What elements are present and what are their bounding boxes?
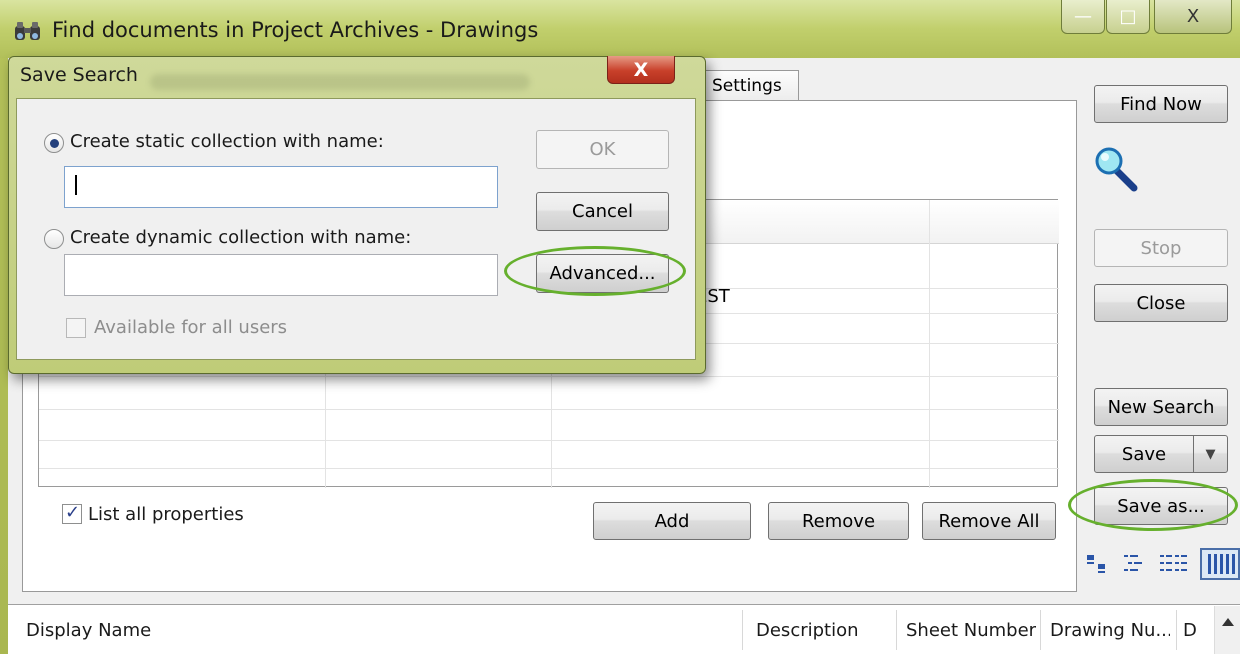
minimize-button[interactable]: — bbox=[1061, 0, 1105, 34]
large-icons-view-icon[interactable] bbox=[1086, 552, 1112, 576]
save-as-highlight bbox=[1068, 479, 1238, 531]
maximize-icon: □ bbox=[1119, 6, 1137, 27]
chevron-down-icon: ▼ bbox=[1205, 446, 1216, 462]
static-collection-name-input[interactable] bbox=[64, 166, 498, 208]
available-for-all-users-checkbox[interactable] bbox=[66, 318, 86, 338]
stop-button[interactable]: Stop bbox=[1094, 229, 1228, 267]
binoculars-icon bbox=[15, 22, 40, 40]
magnifier-icon bbox=[1095, 147, 1138, 192]
window-titlebar[interactable]: Find documents in Project Archives - Dra… bbox=[0, 0, 1240, 58]
find-now-button[interactable]: Find Now bbox=[1094, 85, 1228, 123]
column-separator bbox=[896, 610, 897, 650]
column-separator bbox=[1176, 610, 1177, 650]
minimize-icon: — bbox=[1074, 6, 1092, 27]
dialog-close-button[interactable]: X bbox=[607, 56, 675, 84]
list-view-icon[interactable] bbox=[1158, 552, 1188, 576]
list-all-properties-checkbox[interactable] bbox=[62, 502, 82, 524]
dialog-title: Save Search bbox=[20, 64, 138, 86]
column-header-sheet-number[interactable]: Sheet Number bbox=[906, 604, 1036, 654]
grid-row-separator bbox=[39, 376, 1059, 377]
grid-row-separator bbox=[39, 468, 1059, 469]
results-scrollbar[interactable] bbox=[1214, 606, 1240, 654]
save-dropdown-button[interactable]: ▼ bbox=[1193, 435, 1228, 473]
window-title: Find documents in Project Archives - Dra… bbox=[52, 18, 539, 42]
maximize-button[interactable]: □ bbox=[1106, 0, 1150, 34]
column-header-d[interactable]: D bbox=[1183, 604, 1201, 654]
details-view-icon[interactable] bbox=[1200, 548, 1240, 580]
dynamic-collection-radio[interactable] bbox=[44, 229, 64, 249]
static-collection-label: Create static collection with name: bbox=[70, 131, 384, 152]
ok-label: OK bbox=[589, 139, 616, 160]
grid-row-separator bbox=[39, 440, 1059, 441]
close-label: Close bbox=[1136, 292, 1186, 314]
ok-button[interactable]: OK bbox=[536, 130, 669, 169]
stop-label: Stop bbox=[1140, 237, 1182, 259]
advanced-highlight bbox=[504, 246, 686, 296]
find-now-label: Find Now bbox=[1120, 93, 1202, 115]
column-header-display-name[interactable]: Display Name bbox=[26, 604, 326, 654]
list-all-properties-label: List all properties bbox=[88, 504, 244, 525]
column-separator bbox=[1040, 610, 1041, 650]
column-separator bbox=[742, 610, 743, 650]
grid-row-separator bbox=[39, 409, 1059, 410]
scroll-up-icon[interactable] bbox=[1222, 618, 1234, 626]
tree-view-icon[interactable] bbox=[1122, 552, 1148, 576]
dynamic-collection-name-input[interactable] bbox=[64, 254, 498, 296]
close-button[interactable]: Close bbox=[1094, 284, 1228, 322]
save-label: Save bbox=[1121, 443, 1167, 465]
save-button[interactable]: Save bbox=[1094, 435, 1194, 473]
new-search-label: New Search bbox=[1107, 396, 1215, 418]
remove-all-button[interactable]: Remove All bbox=[922, 502, 1056, 540]
blurred-background-tabs bbox=[150, 74, 530, 90]
add-button[interactable]: Add bbox=[593, 502, 751, 540]
remove-button-label: Remove bbox=[801, 510, 876, 532]
add-button-label: Add bbox=[654, 510, 690, 532]
close-icon: X bbox=[1186, 6, 1200, 27]
grid-column-separator bbox=[929, 200, 930, 488]
tab-settings-label: Settings bbox=[712, 76, 782, 96]
tab-settings[interactable]: Settings bbox=[703, 70, 799, 101]
close-icon: X bbox=[633, 58, 649, 81]
column-header-description[interactable]: Description bbox=[756, 604, 886, 654]
text-caret bbox=[75, 175, 77, 195]
new-search-button[interactable]: New Search bbox=[1094, 388, 1228, 426]
cancel-button[interactable]: Cancel bbox=[536, 192, 669, 231]
cancel-label: Cancel bbox=[572, 201, 633, 222]
dynamic-collection-label: Create dynamic collection with name: bbox=[70, 227, 412, 248]
window-close-button[interactable]: X bbox=[1154, 0, 1232, 34]
column-header-drawing-number[interactable]: Drawing Nu... bbox=[1050, 604, 1170, 654]
remove-all-button-label: Remove All bbox=[938, 510, 1040, 532]
find-documents-window: Find documents in Project Archives - Dra… bbox=[0, 0, 1240, 654]
static-collection-radio[interactable] bbox=[44, 133, 64, 153]
available-for-all-users-label: Available for all users bbox=[94, 317, 288, 338]
remove-button[interactable]: Remove bbox=[768, 502, 909, 540]
